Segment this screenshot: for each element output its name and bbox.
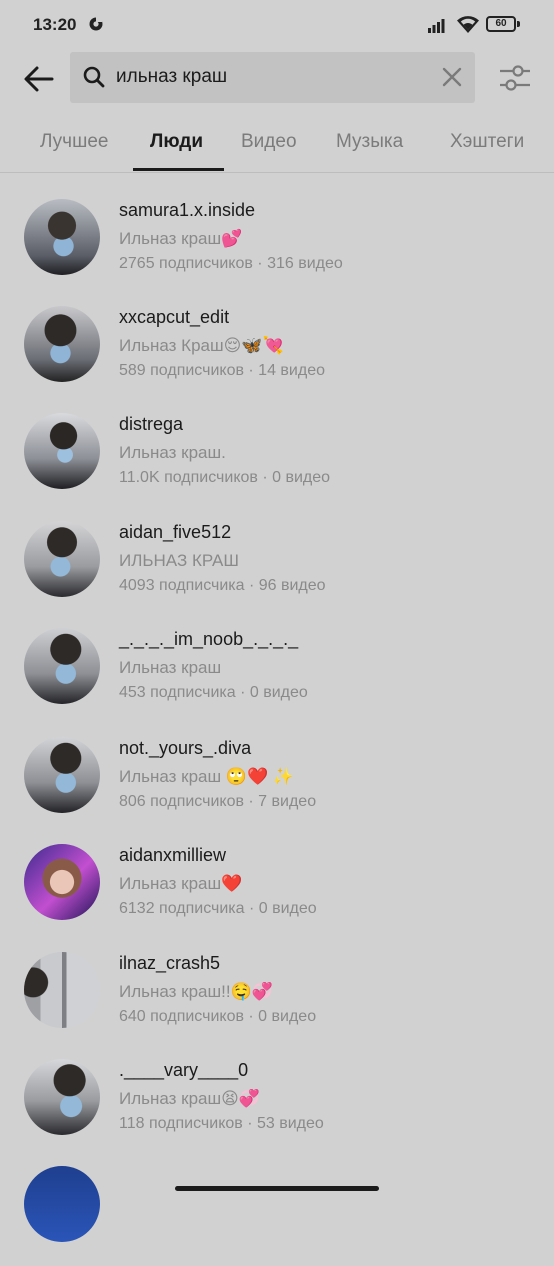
search-icon	[83, 66, 105, 88]
signal-icon	[428, 19, 445, 33]
user-avatar	[24, 737, 100, 813]
user-result-row[interactable]: _._._._im_noob_._._._ Ильназ краш 453 по…	[0, 628, 554, 728]
user-avatar	[24, 521, 100, 597]
battery-level: 60	[495, 18, 507, 29]
user-result-row[interactable]: aidanxmilliew Ильназ краш❤️ 6132 подписч…	[0, 844, 554, 944]
result-nickname: Ильназ краш 🙄❤️ ✨	[119, 767, 295, 786]
user-result-row[interactable]: distrega Ильназ краш. 11.0K подписчиков …	[0, 413, 554, 513]
result-nickname: Ильназ Краш😌🦋💘	[119, 336, 284, 355]
result-stats: 4093 подписчика · 96 видео	[119, 577, 326, 594]
battery-tip	[517, 21, 520, 27]
result-username: samura1.x.inside	[119, 200, 256, 220]
back-arrow-icon[interactable]	[22, 62, 56, 96]
result-stats: 6132 подписчика · 0 видео	[119, 900, 317, 917]
user-result-row[interactable]: ilnaz_crash5 Ильназ краш!!🤤💞 640 подписч…	[0, 952, 554, 1052]
filter-icon[interactable]	[498, 62, 532, 94]
result-stats: 2765 подписчиков · 316 видео	[119, 255, 343, 272]
result-stats: 11.0K подписчиков · 0 видео	[119, 469, 331, 486]
result-username: aidanxmilliew	[119, 845, 227, 865]
clear-search-icon[interactable]	[440, 65, 464, 89]
result-username: ilnaz_crash5	[119, 953, 221, 973]
user-avatar	[24, 844, 100, 920]
result-nickname: Ильназ краш.	[119, 443, 226, 462]
tab-music[interactable]: Музыка	[336, 131, 403, 153]
result-stats: 453 подписчика · 0 видео	[119, 684, 308, 701]
search-bar[interactable]	[70, 52, 475, 103]
result-username: _._._._im_noob_._._._	[119, 629, 299, 649]
tab-people[interactable]: Люди	[150, 131, 203, 153]
result-stats: 589 подписчиков · 14 видео	[119, 362, 325, 379]
user-avatar	[24, 1166, 100, 1242]
user-result-row[interactable]: aidan_five512 ИЛЬНАЗ КРАШ 4093 подписчик…	[0, 521, 554, 621]
battery-icon: 60	[486, 16, 516, 32]
user-avatar	[24, 952, 100, 1028]
result-nickname: Ильназ краш!!🤤💞	[119, 982, 273, 1001]
wifi-icon	[457, 16, 479, 33]
notification-icon	[89, 17, 103, 31]
user-result-row[interactable]: xxcapcut_edit Ильназ Краш😌🦋💘 589 подписч…	[0, 306, 554, 406]
result-username: aidan_five512	[119, 522, 232, 542]
user-avatar	[24, 199, 100, 275]
search-input[interactable]	[116, 60, 416, 94]
result-stats: 806 подписчиков · 7 видео	[119, 793, 317, 810]
result-stats: 640 подписчиков · 0 видео	[119, 1008, 317, 1025]
user-result-row[interactable]: samura1.x.inside Ильназ краш💕 2765 подпи…	[0, 199, 554, 299]
result-nickname: Ильназ краш💕	[119, 229, 243, 248]
home-indicator	[175, 1186, 379, 1191]
user-avatar	[24, 306, 100, 382]
status-bar: 13:20 60	[0, 0, 554, 50]
result-nickname: Ильназ краш	[119, 658, 222, 677]
user-avatar	[24, 413, 100, 489]
result-username: .____vary____0	[119, 1060, 249, 1080]
result-username: not._yours_.diva	[119, 738, 252, 758]
tab-videos[interactable]: Видео	[241, 131, 297, 153]
status-time: 13:20	[33, 15, 77, 34]
search-tabs: Лучшее Люди Видео Музыка Хэштеги	[0, 110, 554, 173]
active-tab-indicator	[133, 168, 224, 171]
result-stats: 118 подписчиков · 53 видео	[119, 1115, 324, 1132]
user-avatar	[24, 628, 100, 704]
user-result-row[interactable]: not._yours_.diva Ильназ краш 🙄❤️ ✨ 806 п…	[0, 737, 554, 837]
result-username: xxcapcut_edit	[119, 307, 230, 327]
result-nickname: Ильназ краш😫💞	[119, 1089, 261, 1108]
tab-hashtags[interactable]: Хэштеги	[450, 131, 524, 153]
user-result-row[interactable]: .____vary____0 Ильназ краш😫💞 118 подписч…	[0, 1059, 554, 1159]
user-avatar	[24, 1059, 100, 1135]
result-username: distrega	[119, 414, 184, 434]
user-result-row-partial[interactable]	[0, 1166, 554, 1266]
tab-top[interactable]: Лучшее	[40, 131, 108, 153]
result-nickname: ИЛЬНАЗ КРАШ	[119, 551, 239, 570]
result-nickname: Ильназ краш❤️	[119, 874, 243, 893]
